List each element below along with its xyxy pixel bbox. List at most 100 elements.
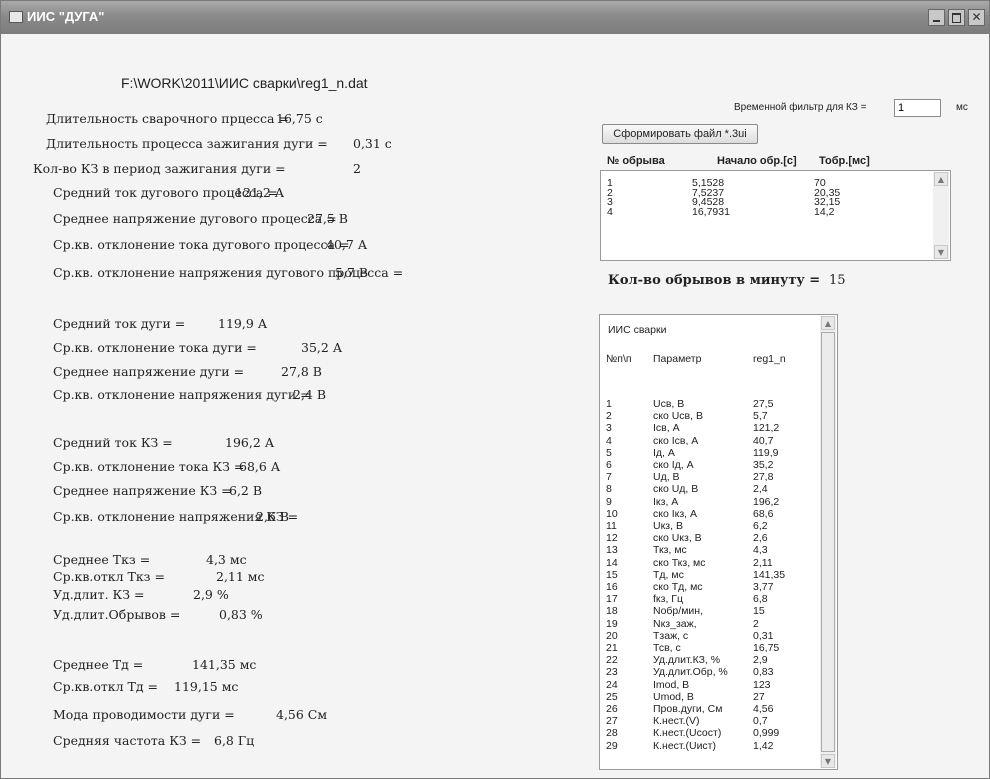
param-cell: Uсв, В [653,398,685,410]
param-cell: 5,7 [753,410,768,423]
param-row[interactable]: 24 Imod, В 123 [600,678,800,691]
param-row[interactable]: 18 Nобр/мин, 15 [600,605,800,618]
stat-label: Средняя частота КЗ = [53,733,202,748]
breaks-row[interactable]: 3 9,4528 32,15 [601,197,931,208]
param-row[interactable]: 13 Ткз, мс 4,3 [600,544,800,557]
param-row[interactable]: 29 К.нест.(Uист) 1,42 [600,739,800,752]
param-cell: 22 [606,654,618,667]
stat-label: Мода проводимости дуги = [53,707,235,722]
title-bar[interactable]: ИИС "ДУГА" ✕ [1,1,989,34]
param-row[interactable]: 11 Uкз, В 6,2 [600,520,800,532]
maximize-button[interactable] [948,9,965,26]
param-row[interactable]: 5 Iд, А 119,9 [600,448,800,459]
param-cell: 2 [606,410,612,423]
param-cell: Ткз, мс [653,544,687,557]
breaks-cell: 14,2 [814,205,835,218]
breaks-cell: 16,7931 [692,205,730,218]
param-row[interactable]: 28 К.нест.(Uсост) 0,999 [600,727,800,740]
param-row[interactable]: 26 Пров.дуги, См 4,56 [600,703,800,715]
param-row[interactable]: 27 К.нест.(V) 0,7 [600,715,800,728]
param-row[interactable]: 6 ско Iд, А 35,2 [600,460,800,471]
parameters-scrollbar[interactable]: ▲ ▼ [820,316,836,768]
stat-value: 121,2 А [235,185,285,200]
param-row[interactable]: 16 ско Тд, мс 3,77 [600,582,800,593]
param-row[interactable]: 4 ско Iсв, А 40,7 [600,436,800,447]
param-cell: 24 [606,678,618,691]
param-cell: Imod, В [653,678,690,691]
param-row[interactable]: 19 Nкз_заж, 2 [600,617,800,630]
params-header-file: reg1_n [753,353,786,365]
param-cell: 4,56 [753,703,774,715]
scroll-down-icon[interactable]: ▼ [821,754,835,768]
stat-value: 68,6 А [239,459,281,474]
param-cell: 9 [606,495,612,508]
param-cell: 0,31 [753,629,774,642]
param-cell: 13 [606,544,618,557]
param-row[interactable]: 1 Uсв, В 27,5 [600,398,800,410]
stat-value: 35,2 А [301,340,343,355]
param-row[interactable]: 22 Уд.длит.КЗ, % 2,9 [600,654,800,667]
param-cell: 68,6 [753,507,774,520]
file-path-label: F:\WORK\2011\ИИС сварки\reg1_n.dat [121,75,368,91]
param-cell: 18 [606,605,618,618]
param-cell: 0,7 [753,715,768,728]
breaks-scrollbar[interactable]: ▲ ▼ [933,172,949,259]
param-row[interactable]: 21 Тсв, с 16,75 [600,642,800,654]
stat-label: Ср.кв.откл Тд = [53,679,159,694]
param-cell: Iсв, А [653,422,680,435]
param-cell: 28 [606,727,618,740]
stat-value: 6,2 В [229,483,263,498]
minimize-button[interactable] [928,9,945,26]
scroll-up-icon[interactable]: ▲ [821,316,835,330]
stat-label: Среднее напряжение дугового процесса = [53,211,337,226]
param-row[interactable]: 17 fкз, Гц 6,8 [600,593,800,606]
param-cell: 20 [606,629,618,642]
param-row[interactable]: 3 Iсв, А 121,2 [600,422,800,435]
param-row[interactable]: 14 ско Ткз, мс 2,11 [600,558,800,569]
scrollbar-thumb[interactable] [821,332,835,752]
breaks-per-minute-value: 15 [829,273,846,288]
scroll-down-icon[interactable]: ▼ [934,245,948,259]
param-cell: 26 [606,703,618,715]
stat-value: 6,8 Гц [214,733,255,748]
stat-label: Среднее Тд = [53,657,144,672]
stat-value: 2,4 В [293,387,327,402]
scroll-up-icon[interactable]: ▲ [934,172,948,186]
param-row[interactable]: 7 Uд, В 27,8 [600,472,800,483]
param-row[interactable]: 23 Уд.длит.Обр, % 0,83 [600,666,800,679]
param-cell: 21 [606,642,618,654]
close-button[interactable]: ✕ [968,9,985,26]
breaks-row[interactable]: 2 7,5237 20,35 [601,188,931,199]
param-cell: 2,6 [753,532,768,545]
breaks-list[interactable]: 1 5,1528 70 2 7,5237 20,35 3 9,4528 32,15 4 16,793… [600,170,951,261]
parameters-list[interactable]: ИИС сварки №п\п Параметр reg1_n 1 Uсв, В2… [599,314,838,770]
stat-value: 196,2 А [225,435,275,450]
parameters-list-title: ИИС сварки [608,324,667,336]
param-row[interactable]: 12 ско Uкз, В 2,6 [600,532,800,545]
param-cell: 196,2 [753,495,780,508]
param-cell: 0,83 [753,666,774,679]
stat-value: 16,75 с [276,111,323,126]
param-row[interactable]: 20 Тзаж, с 0,31 [600,629,800,642]
param-cell: fкз, Гц [653,593,683,606]
param-row[interactable]: 10 ско Iкз, А 68,6 [600,507,800,520]
stat-label: Средний ток дуги = [53,316,186,331]
breaks-row[interactable]: 1 5,1528 70 [601,178,931,189]
stat-value: 27,5 В [307,211,348,226]
filter-input[interactable] [894,99,941,117]
param-cell: 6,8 [753,593,768,606]
param-cell: 29 [606,739,618,752]
param-row[interactable]: 9 Iкз, А 196,2 [600,495,800,508]
param-cell: 6,2 [753,520,768,532]
param-row[interactable]: 8 ско Uд, В 2,4 [600,484,800,495]
stat-value: 4,56 См [276,707,328,722]
breaks-row[interactable]: 4 16,7931 14,2 [601,205,931,218]
param-cell: 19 [606,617,618,630]
breaks-per-minute-label: Кол-во обрывов в минуту = [608,273,821,288]
param-row[interactable]: 15 Тд, мс 141,35 [600,570,800,581]
param-row[interactable]: 25 Umod, В 27 [600,692,800,703]
stat-label: Длительность сварочного прцесса = [46,111,289,126]
stat-label: Ср.кв. отклонение тока дугового процесса… [53,237,350,252]
param-row[interactable]: 2 ско Uсв, В 5,7 [600,410,800,423]
generate-file-button[interactable]: Сформировать файл *.3ui [602,124,758,144]
